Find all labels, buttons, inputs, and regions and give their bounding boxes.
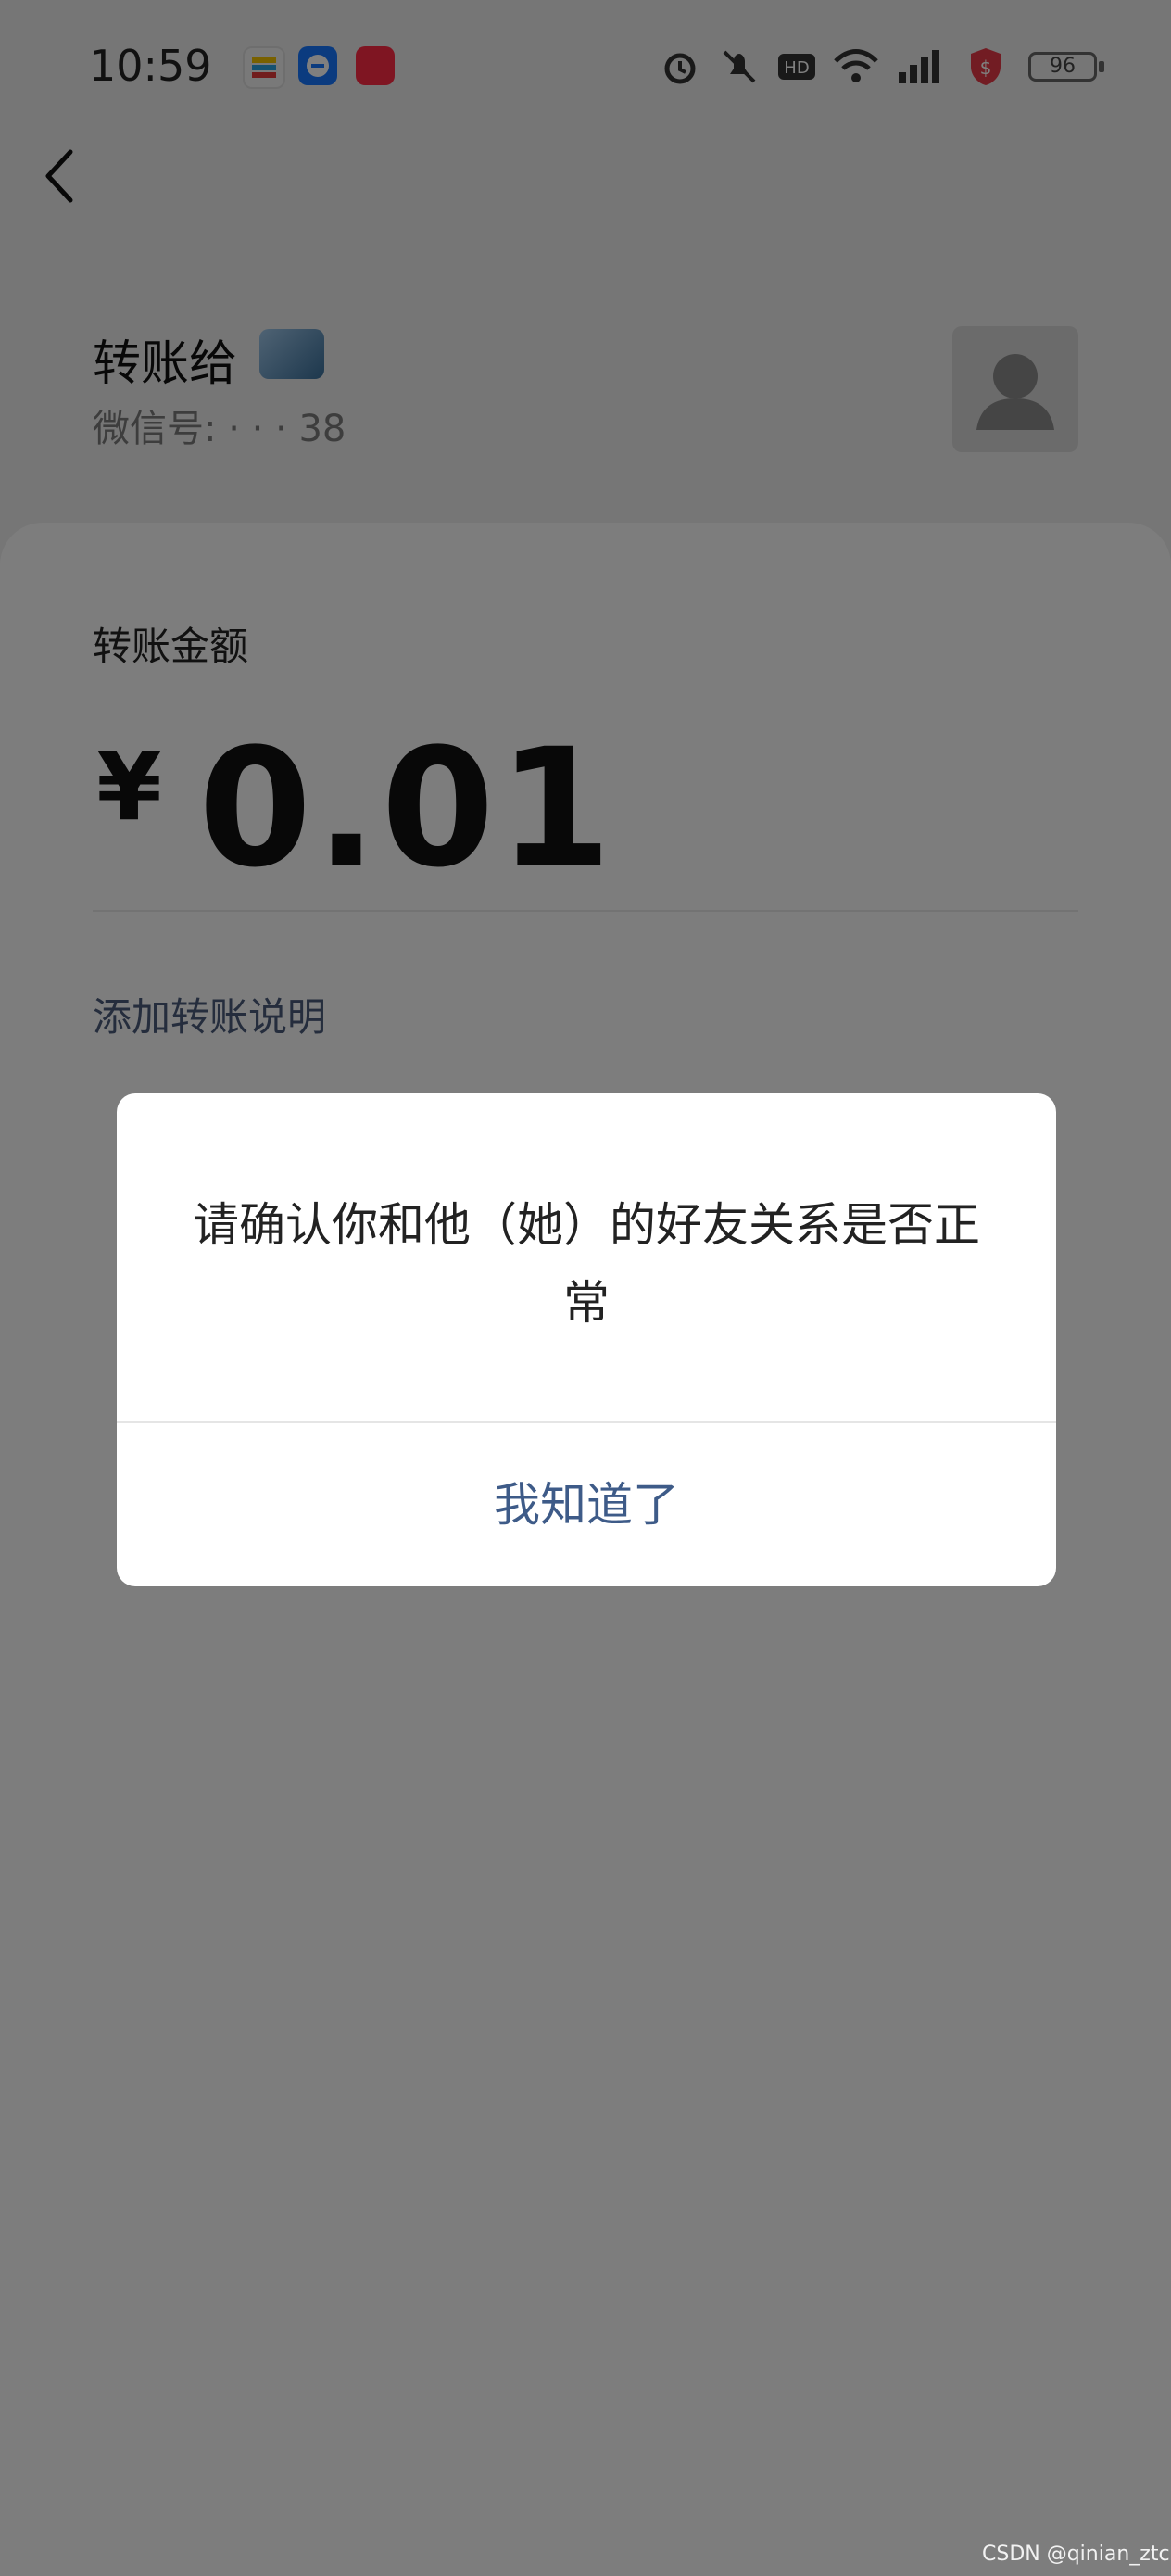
dialog-message: 请确认你和他（她）的好友关系是否正常 <box>193 1198 980 1330</box>
confirm-dialog: 请确认你和他（她）的好友关系是否正常 我知道了 <box>117 1093 1056 1586</box>
watermark: CSDN @qinian_ztc <box>982 2543 1170 2566</box>
dialog-confirm-button[interactable]: 我知道了 <box>117 1423 1056 1586</box>
